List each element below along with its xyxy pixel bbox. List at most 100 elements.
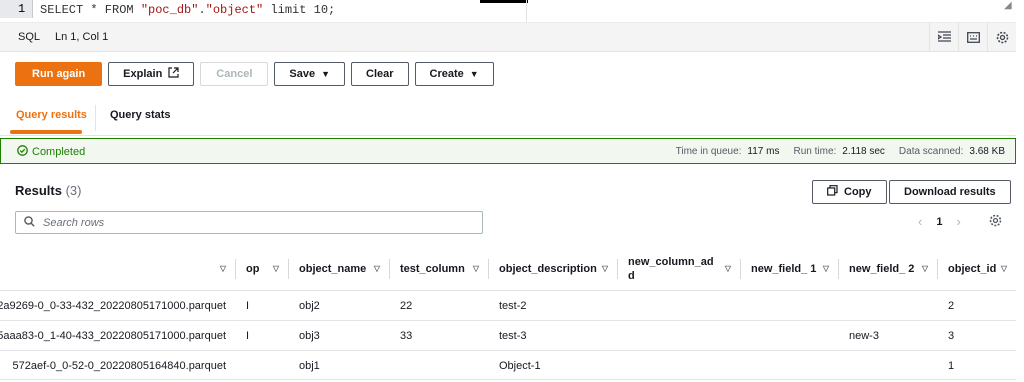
run-again-button[interactable]: Run again [15, 62, 103, 86]
tab-query-stats[interactable]: Query stats [110, 109, 171, 121]
table-row[interactable]: 5aaa83-0_1-40-433_20220805171000.parquet… [0, 320, 1016, 351]
column-header[interactable]: ▽ [0, 247, 236, 291]
clear-label: Clear [366, 68, 394, 80]
pagination: ‹ 1 › [918, 214, 961, 229]
sort-caret-icon[interactable]: ▽ [602, 264, 608, 273]
sort-caret-icon[interactable]: ▽ [220, 264, 226, 273]
table-cell: 22 [390, 290, 489, 321]
table-row[interactable]: 572aef-0_0-52-0_20220805164840.parquet ob… [0, 350, 1016, 379]
indent-icon[interactable] [929, 23, 958, 51]
save-button[interactable]: Save ▼ [274, 62, 345, 86]
run-time-label: Run time: [793, 146, 837, 157]
run-time-value: 2.118 sec [842, 146, 885, 157]
keyboard-icon[interactable] [958, 23, 987, 51]
editor-scroll-thumb[interactable] [480, 0, 528, 3]
column-header[interactable]: new_field_ 2 ▽ [839, 247, 938, 291]
status-completed: Completed [17, 145, 85, 159]
table-cell [618, 290, 741, 321]
run-again-label: Run again [32, 68, 86, 80]
query-status-bar: Completed Time in queue: 117 ms Run time:… [0, 138, 1016, 164]
table-cell: I [236, 320, 289, 351]
table-cell [741, 320, 839, 351]
column-header[interactable]: object_name ▽ [289, 247, 390, 291]
sort-caret-icon[interactable]: ▽ [1001, 264, 1007, 273]
sql-code-line[interactable]: SELECT * FROM "poc_db"."object" limit 10… [40, 3, 335, 17]
table-cell: test-2 [489, 290, 618, 321]
table-cell: obj3 [289, 320, 390, 351]
query-metrics: Time in queue: 117 ms Run time: 2.118 sec … [676, 146, 1005, 157]
column-header-label: op [246, 262, 260, 275]
table-body: 2a9269-0_0-33-432_20220805171000.parquet… [0, 290, 1016, 379]
results-count: (3) [65, 183, 82, 198]
sort-caret-icon[interactable]: ▽ [823, 264, 829, 273]
table-cell: 572aef-0_0-52-0_20220805164840.parquet [0, 350, 236, 379]
table-cell: 1 [938, 350, 1016, 379]
sql-db-name: "poc_db" [140, 3, 199, 17]
search-icon [24, 215, 35, 230]
column-header[interactable]: new_field_ 1 ▽ [741, 247, 839, 291]
table-cell [618, 320, 741, 351]
data-scanned-label: Data scanned: [898, 146, 964, 157]
create-label: Create [429, 68, 464, 80]
copy-button[interactable]: Copy [812, 180, 887, 204]
column-header-label: object_id [948, 262, 997, 275]
sql-editor[interactable]: 1 SELECT * FROM "poc_db"."object" limit … [0, 0, 1016, 23]
time-in-queue-label: Time in queue: [675, 146, 742, 157]
column-header[interactable]: object_id ▽ [938, 247, 1016, 291]
search-rows-field[interactable] [15, 211, 483, 234]
table-cell: obj1 [289, 350, 390, 379]
result-tabs: Query results Query stats [0, 97, 1016, 136]
create-button[interactable]: Create ▼ [414, 62, 494, 86]
table-preferences-icon[interactable] [989, 214, 1002, 230]
caret-down-icon: ▼ [321, 69, 330, 79]
column-header[interactable]: test_column ▽ [390, 247, 489, 291]
language-label: SQL [18, 31, 41, 43]
sort-caret-icon[interactable]: ▽ [725, 264, 731, 273]
time-in-queue-value: 117 ms [747, 146, 780, 157]
table-cell: obj2 [289, 290, 390, 321]
table-cell: Object-1 [489, 350, 618, 379]
chevron-right-icon[interactable]: › [956, 214, 960, 229]
sql-dot: . [198, 3, 206, 17]
table-cell: 5aaa83-0_1-40-433_20220805171000.parquet [0, 320, 236, 351]
table-cell: 2 [938, 290, 1016, 321]
clear-button[interactable]: Clear [351, 62, 409, 86]
download-results-button[interactable]: Download results [889, 180, 1011, 204]
resize-corner-icon[interactable]: ◢ [1004, 0, 1016, 12]
sort-caret-icon[interactable]: ▽ [374, 264, 380, 273]
copy-icon [827, 185, 838, 199]
search-input[interactable] [41, 215, 465, 230]
table-cell [839, 290, 938, 321]
chevron-left-icon[interactable]: ‹ [918, 214, 922, 229]
table-cell: I [236, 290, 289, 321]
column-header[interactable]: op ▽ [236, 247, 289, 291]
table-header-row: ▽ op ▽ object_name ▽ test_column ▽ object_descr… [0, 247, 1016, 291]
copy-label: Copy [844, 186, 872, 198]
sort-caret-icon[interactable]: ▽ [473, 264, 479, 273]
sort-caret-icon[interactable]: ▽ [273, 264, 279, 273]
sort-caret-icon[interactable]: ▽ [922, 264, 928, 273]
table-cell [618, 350, 741, 379]
settings-icon[interactable] [987, 23, 1016, 51]
column-header-label: object_name [299, 262, 367, 275]
cancel-button[interactable]: Cancel [200, 62, 269, 86]
column-header[interactable]: new_column_ad d ▽ [618, 247, 741, 291]
table-cell: 33 [390, 320, 489, 351]
active-tab-indicator [10, 130, 82, 134]
sql-keywords: SELECT * FROM [40, 3, 141, 17]
check-circle-icon [17, 145, 28, 159]
table-cell [741, 350, 839, 379]
table-cell: 3 [938, 320, 1016, 351]
column-header-label: new_column_ad d [628, 255, 714, 282]
current-page[interactable]: 1 [936, 216, 942, 228]
tab-query-results[interactable]: Query results [16, 109, 87, 121]
results-table: ▽ op ▽ object_name ▽ test_column ▽ object_descr… [0, 247, 1016, 380]
table-row[interactable]: 2a9269-0_0-33-432_20220805171000.parquet… [0, 290, 1016, 321]
table-cell [839, 350, 938, 379]
explain-button[interactable]: Explain [108, 62, 195, 86]
column-header[interactable]: object_description ▽ [489, 247, 618, 291]
table-cell [741, 290, 839, 321]
external-link-icon [168, 67, 179, 81]
results-heading: Results (3) [15, 183, 81, 198]
results-title: Results [15, 183, 62, 198]
